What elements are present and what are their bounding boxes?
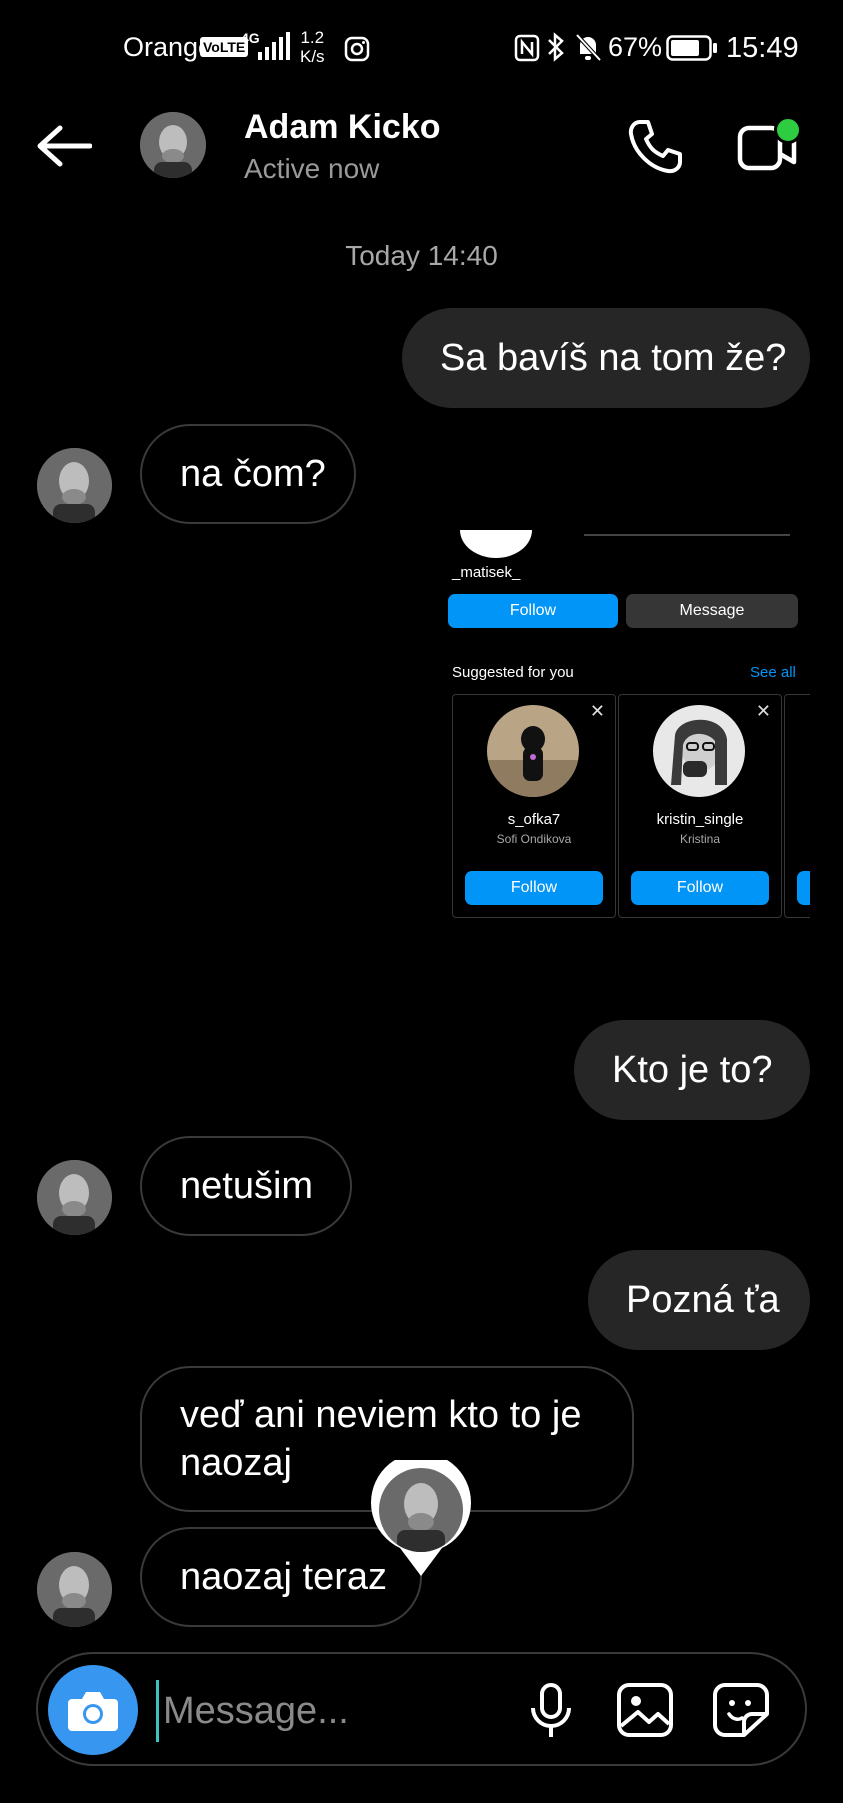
suggestion-fullname: Sofi Ondikova bbox=[496, 832, 572, 846]
speed-unit: K/s bbox=[300, 47, 325, 66]
message-bubble-incoming[interactable]: netušim bbox=[140, 1136, 352, 1236]
suggestion-follow-button[interactable]: Follow bbox=[631, 871, 769, 905]
sender-avatar[interactable] bbox=[37, 448, 112, 523]
presence-status: Active now bbox=[244, 153, 380, 184]
microphone-icon[interactable] bbox=[528, 1682, 574, 1740]
avatar-image bbox=[37, 448, 112, 523]
profile-message-button[interactable]: Message bbox=[626, 594, 798, 628]
message-text: na čom? bbox=[180, 452, 326, 495]
conversation-timestamp: Today 14:40 bbox=[345, 240, 498, 271]
suggestion-card-partial[interactable] bbox=[784, 694, 810, 918]
battery-percent: 67% bbox=[608, 32, 663, 62]
suggestion-username: kristin_single bbox=[656, 811, 744, 828]
message-bubble-incoming[interactable]: na čom? bbox=[140, 424, 356, 524]
speed-value: 1.2 bbox=[300, 28, 325, 47]
sender-avatar[interactable] bbox=[37, 1160, 112, 1235]
suggestion-follow-button[interactable]: Follow bbox=[465, 871, 603, 905]
battery-icon bbox=[666, 35, 717, 61]
person-photo bbox=[653, 705, 745, 797]
network-speed: 1.2 K/s bbox=[300, 28, 325, 66]
mute-bell-icon bbox=[575, 33, 602, 62]
suggested-title: Suggested for you bbox=[452, 664, 574, 681]
instagram-icon bbox=[344, 36, 370, 62]
contact-avatar[interactable] bbox=[140, 112, 206, 178]
profile-username: _matisek_ bbox=[452, 564, 521, 581]
see-all-link[interactable]: See all bbox=[750, 664, 796, 681]
message-text: naozaj teraz bbox=[180, 1555, 388, 1598]
avatar-image bbox=[37, 1160, 112, 1235]
message-text: netušim bbox=[180, 1164, 314, 1207]
seen-avatar-pin bbox=[371, 1460, 471, 1576]
phone-call-icon[interactable] bbox=[626, 118, 684, 176]
close-icon[interactable]: ✕ bbox=[590, 701, 605, 722]
suggestion-card[interactable]: ✕ kristin_single Kristina Follow bbox=[618, 694, 782, 918]
contact-name[interactable]: Adam Kicko bbox=[244, 108, 441, 147]
shared-profile-screenshot[interactable]: _matisek_ Follow Message Suggested for y… bbox=[440, 530, 810, 920]
message-bubble-outgoing[interactable]: Pozná ťa bbox=[588, 1250, 810, 1350]
suggestion-fullname: Kristina bbox=[679, 832, 720, 846]
avatar-image bbox=[140, 112, 206, 178]
suggestion-avatar bbox=[487, 705, 579, 797]
gallery-icon[interactable] bbox=[616, 1682, 674, 1738]
suggestion-card[interactable]: ✕ s_ofka7 Sofi Ondikova Follow bbox=[452, 694, 616, 918]
message-input[interactable] bbox=[156, 1680, 505, 1742]
close-icon[interactable]: ✕ bbox=[756, 701, 771, 722]
message-text: Pozná ťa bbox=[626, 1278, 780, 1321]
dog-photo bbox=[487, 705, 579, 797]
message-text: Kto je to? bbox=[612, 1048, 773, 1091]
sticker-icon[interactable] bbox=[712, 1682, 770, 1738]
active-status-dot bbox=[774, 116, 802, 144]
clock: 15:49 bbox=[726, 32, 799, 64]
bluetooth-icon bbox=[548, 32, 564, 62]
sender-avatar[interactable] bbox=[37, 1552, 112, 1627]
camera-button[interactable] bbox=[48, 1665, 138, 1755]
suggestion-follow-button-partial[interactable] bbox=[797, 871, 810, 905]
profile-avatar-fragment bbox=[460, 530, 532, 558]
signal-icon bbox=[258, 32, 290, 60]
avatar-image bbox=[37, 1552, 112, 1627]
message-bubble-outgoing[interactable]: Sa bavíš na tom že? bbox=[402, 308, 810, 408]
camera-icon bbox=[68, 1692, 118, 1731]
message-text: Sa bavíš na tom že? bbox=[440, 336, 787, 379]
nfc-icon bbox=[514, 34, 540, 62]
back-arrow-icon[interactable] bbox=[36, 124, 92, 168]
profile-follow-button[interactable]: Follow bbox=[448, 594, 618, 628]
suggestion-username: s_ofka7 bbox=[507, 811, 561, 828]
profile-stats-fragment bbox=[584, 534, 790, 536]
suggestion-avatar bbox=[653, 705, 745, 797]
message-bubble-outgoing[interactable]: Kto je to? bbox=[574, 1020, 810, 1120]
status-bar: Orange VoLTE 4G 1.2 K/s 67% 15:49 bbox=[0, 0, 843, 100]
